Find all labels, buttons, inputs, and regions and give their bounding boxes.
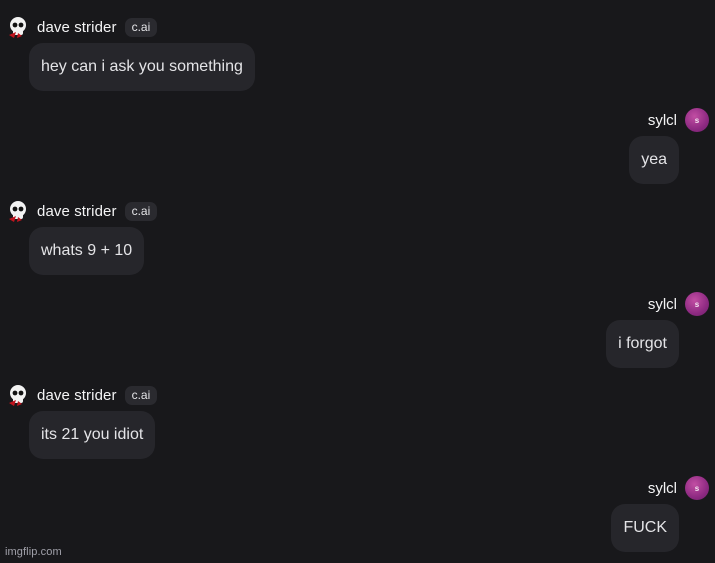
user-avatar-letter: s [694,115,700,125]
bot-name[interactable]: dave strider [37,203,117,220]
cai-badge: c.ai [124,17,158,37]
message-bubble: yea [629,136,679,184]
user-message: sylcl s FUCK [409,476,709,552]
user-avatar-letter: s [694,483,700,493]
bot-message: dave strider c.ai whats 9 + 10 [0,199,158,275]
cai-badge: c.ai [124,385,158,405]
user-name[interactable]: sylcl [648,112,677,129]
skull-icon[interactable] [6,15,30,39]
bot-message: dave strider c.ai hey can i ask you some… [0,15,255,91]
cai-badge: c.ai [124,201,158,221]
bot-name[interactable]: dave strider [37,19,117,36]
message-bubble: whats 9 + 10 [29,227,145,275]
user-avatar-letter: s [694,299,700,309]
bot-message-header: dave strider c.ai [0,199,158,223]
chat-window: dave strider c.ai hey can i ask you some… [0,0,715,563]
user-avatar[interactable]: s [685,476,709,500]
message-bubble: hey can i ask you something [29,43,255,91]
user-message-header: sylcl s [409,108,709,132]
user-message-header: sylcl s [409,292,709,316]
skull-icon[interactable] [6,199,30,223]
imgflip-watermark: imgflip.com [5,546,62,558]
message-bubble: FUCK [611,504,679,552]
skull-icon[interactable] [6,383,30,407]
user-message: sylcl s i forgot [409,292,709,368]
bot-message-header: dave strider c.ai [0,383,158,407]
user-avatar[interactable]: s [685,108,709,132]
bot-name[interactable]: dave strider [37,387,117,404]
user-avatar[interactable]: s [685,292,709,316]
message-bubble: its 21 you idiot [29,411,156,459]
user-name[interactable]: sylcl [648,296,677,313]
bot-message: dave strider c.ai its 21 you idiot [0,383,158,459]
user-name[interactable]: sylcl [648,480,677,497]
user-message: sylcl s yea [409,108,709,184]
message-bubble: i forgot [606,320,679,368]
user-message-header: sylcl s [409,476,709,500]
bot-message-header: dave strider c.ai [0,15,255,39]
